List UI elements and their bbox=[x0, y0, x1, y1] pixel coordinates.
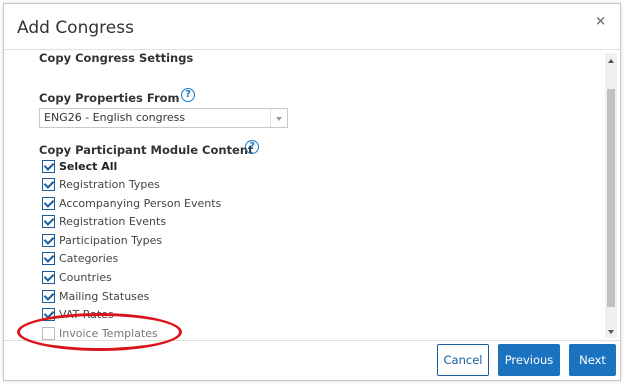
checkbox-row[interactable]: Registration Events bbox=[42, 213, 166, 229]
checkbox-checked[interactable] bbox=[42, 307, 55, 321]
dialog-title: Add Congress bbox=[17, 18, 134, 38]
checkbox-row[interactable]: Mailing Statuses bbox=[42, 288, 149, 304]
copy-participant-help-icon[interactable]: ? bbox=[245, 140, 259, 154]
section-title: Copy Congress Settings bbox=[39, 51, 194, 65]
copy-properties-help-icon[interactable]: ? bbox=[181, 88, 195, 102]
checkbox-label: VAT Rates bbox=[59, 307, 114, 321]
checkbox-checked[interactable] bbox=[42, 159, 55, 173]
checkbox-label: Mailing Statuses bbox=[59, 289, 150, 303]
checkbox-row[interactable]: Invoice Templates bbox=[42, 325, 158, 340]
checkbox-row[interactable]: Categories bbox=[42, 250, 118, 266]
checkbox-label: Participation Types bbox=[59, 233, 163, 247]
checkbox-label: Countries bbox=[59, 270, 112, 284]
checkbox-row[interactable]: Accompanying Person Events bbox=[42, 195, 221, 211]
checkbox-label: Accompanying Person Events bbox=[59, 196, 222, 210]
dialog-content: Copy Congress Settings Copy Properties F… bbox=[19, 50, 601, 340]
scroll-thumb[interactable] bbox=[607, 89, 615, 307]
copy-properties-label: Copy Properties From bbox=[39, 91, 180, 105]
next-button[interactable]: Next bbox=[569, 344, 616, 376]
checkbox-unchecked[interactable] bbox=[42, 326, 55, 340]
copy-participant-label: Copy Participant Module Content bbox=[39, 143, 254, 157]
checkbox-label: Invoice Templates bbox=[59, 326, 158, 340]
chevron-down-icon[interactable] bbox=[270, 109, 287, 127]
checkbox-checked[interactable] bbox=[42, 214, 55, 228]
footer-divider bbox=[4, 340, 620, 341]
add-congress-dialog: Add Congress × Copy Congress Settings Co… bbox=[3, 3, 621, 381]
checkbox-checked[interactable] bbox=[42, 270, 55, 284]
previous-button[interactable]: Previous bbox=[498, 344, 560, 376]
vertical-scrollbar[interactable] bbox=[605, 53, 617, 338]
checkbox-row[interactable]: Participation Types bbox=[42, 232, 162, 248]
checkbox-label: Categories bbox=[59, 251, 119, 265]
checkbox-label: Registration Types bbox=[59, 177, 160, 191]
cancel-button[interactable]: Cancel bbox=[437, 344, 489, 376]
scroll-up-icon[interactable] bbox=[608, 59, 614, 63]
scroll-down-icon[interactable] bbox=[608, 330, 614, 334]
checkbox-row[interactable]: Countries bbox=[42, 269, 112, 285]
checkbox-label: Select All bbox=[59, 159, 118, 173]
checkbox-checked[interactable] bbox=[42, 289, 55, 303]
checkbox-row[interactable]: Select All bbox=[42, 158, 117, 174]
close-icon[interactable]: × bbox=[595, 14, 606, 29]
copy-properties-select[interactable]: ENG26 - English congress bbox=[39, 108, 288, 128]
checkbox-row[interactable]: Registration Types bbox=[42, 176, 160, 192]
checkbox-label: Registration Events bbox=[59, 214, 167, 228]
checkbox-checked[interactable] bbox=[42, 251, 55, 265]
checkbox-checked[interactable] bbox=[42, 233, 55, 247]
checkbox-row[interactable]: VAT Rates bbox=[42, 306, 114, 322]
checkbox-checked[interactable] bbox=[42, 177, 55, 191]
copy-properties-selected-value: ENG26 - English congress bbox=[44, 111, 186, 124]
checkbox-checked[interactable] bbox=[42, 196, 55, 210]
